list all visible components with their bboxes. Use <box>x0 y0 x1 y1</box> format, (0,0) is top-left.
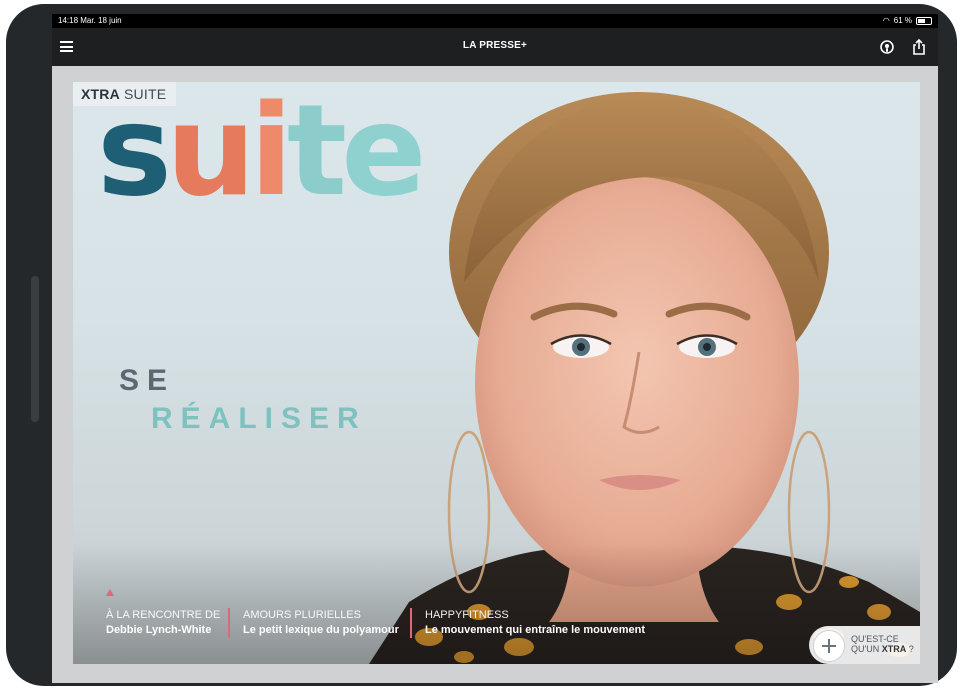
teaser-1[interactable]: À LA RENCONTRE DE Debbie Lynch-White <box>106 608 220 638</box>
teaser-1-title: Debbie Lynch-White <box>106 624 212 636</box>
status-time: 14:18 Mar. 18 juin <box>58 14 122 28</box>
cover-page[interactable]: XTRA SUITE suite SE RÉALISER À LA RENCON… <box>73 82 920 664</box>
up-triangle-icon <box>106 589 114 596</box>
bottom-shade <box>73 544 920 664</box>
brand-title[interactable]: LA PRESSE+ <box>52 40 938 51</box>
content-area: XTRA SUITE suite SE RÉALISER À LA RENCON… <box>52 66 938 683</box>
xtra-line2: QU'UN XTRA ? <box>851 644 914 654</box>
xtra-line1: QU'EST-CE <box>851 634 899 644</box>
title-letter-s: s <box>97 82 172 224</box>
battery-icon <box>916 17 932 25</box>
status-right: ◠ 61 % <box>883 14 932 28</box>
xtra-button-label: QU'EST-CE QU'UN XTRA ? <box>851 634 914 654</box>
teaser-divider <box>228 608 230 638</box>
what-is-xtra-button[interactable]: QU'EST-CE QU'UN XTRA ? <box>809 626 920 664</box>
headline-line2: RÉALISER <box>151 402 367 435</box>
status-bar: 14:18 Mar. 18 juin ◠ 61 % <box>52 14 938 28</box>
wifi-icon: ◠ <box>882 16 890 25</box>
suite-title: suite <box>97 82 427 224</box>
title-letter-e: e <box>341 82 427 224</box>
title-letter-t: t <box>286 82 347 224</box>
battery-percent: 61 % <box>893 16 912 25</box>
xtra-line2-bold: XTRA <box>881 644 907 654</box>
teaser-2-kicker: AMOURS PLURIELLES <box>243 609 361 621</box>
headline-line1: SE <box>119 364 176 397</box>
top-navbar: LA PRESSE+ <box>52 28 938 66</box>
title-letter-i: i <box>249 82 293 224</box>
teaser-1-kicker: À LA RENCONTRE DE <box>106 609 221 621</box>
screen: 14:18 Mar. 18 juin ◠ 61 % LA PRESSE+ XTR… <box>52 14 938 683</box>
teaser-3-kicker: HAPPYFITNESS <box>425 609 509 621</box>
podcast-icon[interactable] <box>880 40 894 54</box>
teaser-2-title: Le petit lexique du polyamour <box>243 624 399 636</box>
xtra-line2-suffix: ? <box>906 644 914 654</box>
status-clock: 14:18 <box>58 16 79 25</box>
side-button <box>31 276 39 422</box>
tablet-frame: 14:18 Mar. 18 juin ◠ 61 % LA PRESSE+ XTR… <box>6 4 957 686</box>
teaser-2[interactable]: AMOURS PLURIELLES Le petit lexique du po… <box>243 608 399 638</box>
plus-icon <box>813 630 845 662</box>
status-date: Mar. 18 juin <box>80 16 122 25</box>
teaser-divider <box>410 608 412 638</box>
title-letter-u: u <box>166 82 256 224</box>
share-icon[interactable] <box>912 39 926 55</box>
teaser-3[interactable]: HAPPYFITNESS Le mouvement qui entraîne l… <box>425 608 645 638</box>
teaser-3-title: Le mouvement qui entraîne le mouvement <box>425 624 646 636</box>
xtra-line2-prefix: QU'UN <box>851 644 880 654</box>
